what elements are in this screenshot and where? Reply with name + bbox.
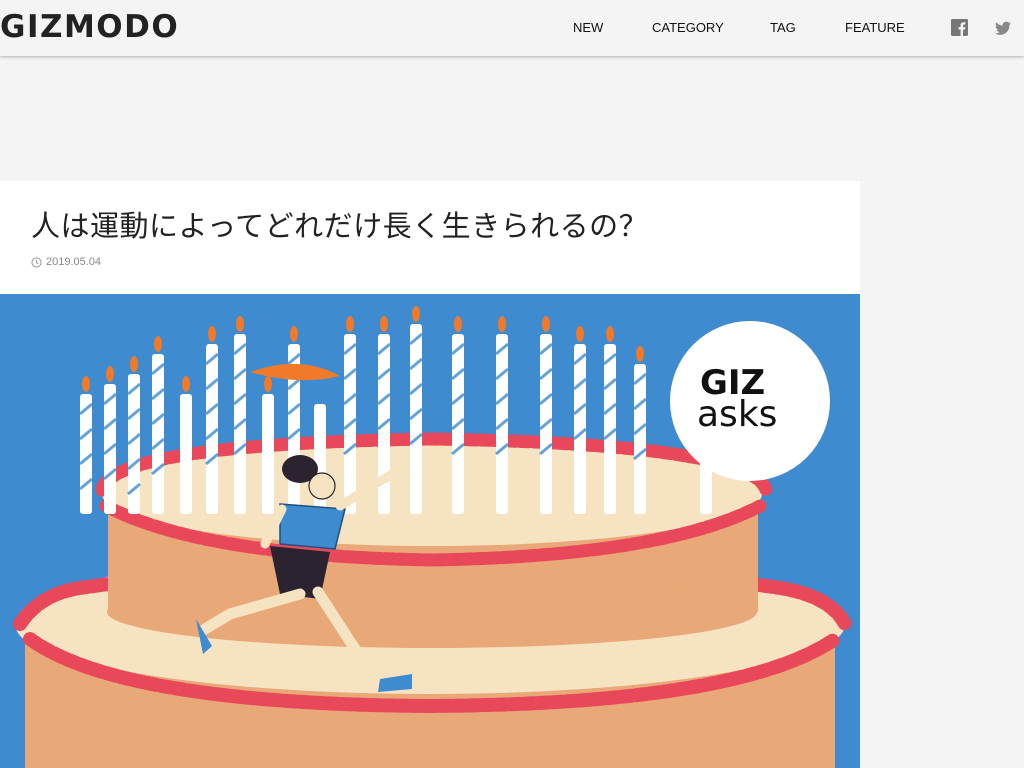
twitter-icon[interactable] [994,19,1012,37]
article-date: 2019.05.04 [31,256,101,268]
nav-item-category[interactable]: CATEGORY [652,20,724,35]
facebook-icon[interactable] [951,19,969,37]
site-header: GIZMODO NEW CATEGORY TAG FEATURE [0,0,1024,56]
site-logo[interactable]: GIZMODO [0,7,179,47]
article-header: 人は運動によってどれだけ長く生きられるの？ 2019.05.04 [0,181,860,294]
article-title: 人は運動によってどれだけ長く生きられるの？ [31,209,649,243]
nav-item-feature[interactable]: FEATURE [845,20,905,35]
birthday-cake-illustration: GIZ asks [0,294,860,768]
nav-item-new[interactable]: NEW [573,20,603,35]
hero-image: GIZ asks [0,294,860,768]
clock-icon [31,256,42,268]
badge-asks-text: asks [697,394,777,435]
article-date-text: 2019.05.04 [46,256,102,268]
nav-item-tag[interactable]: TAG [770,20,796,35]
